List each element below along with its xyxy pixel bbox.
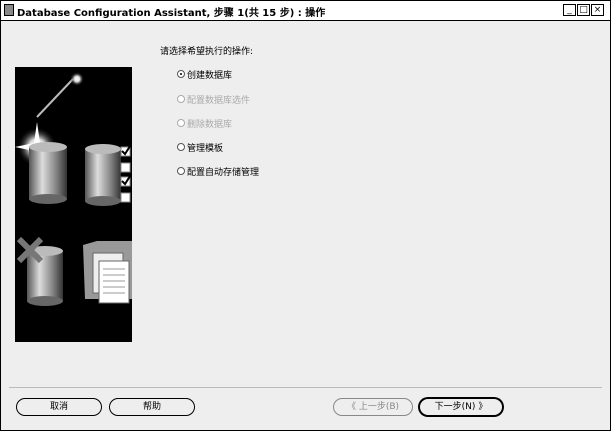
wizard-illustration — [15, 67, 133, 342]
option-label: 创建数据库 — [187, 71, 233, 81]
close-button[interactable]: × — [591, 4, 604, 16]
dbca-window: Database Configuration Assistant, 步骤 1(共… — [0, 0, 611, 431]
operation-prompt: 请选择希望执行的操作: — [160, 47, 254, 57]
radio-icon — [177, 95, 185, 103]
next-arrow-icon: 》 — [478, 402, 488, 412]
footer-separator — [9, 387, 602, 388]
window-title: Database Configuration Assistant, 步骤 1(共… — [17, 8, 326, 19]
option-label: 配置自动存储管理 — [187, 168, 260, 178]
radio-icon[interactable] — [177, 167, 185, 175]
cancel-button[interactable]: 取消 — [16, 398, 102, 416]
back-arrow-icon: 《 — [346, 402, 356, 412]
radio-icon — [177, 119, 185, 127]
help-button[interactable]: 帮助 — [109, 398, 195, 416]
option-label: 删除数据库 — [187, 120, 233, 130]
next-button-label: 下一步(N) — [434, 402, 476, 412]
maximize-button[interactable]: □ — [577, 4, 590, 16]
radio-selected-icon[interactable] — [177, 70, 185, 78]
minimize-button[interactable]: _ — [563, 4, 576, 16]
next-button[interactable]: 下一步(N) 》 — [419, 398, 503, 416]
back-button-label: 上一步(B) — [358, 402, 400, 412]
radio-icon[interactable] — [177, 143, 185, 151]
option-label: 管理模板 — [187, 144, 224, 154]
title-bar: Database Configuration Assistant, 步骤 1(共… — [1, 1, 610, 21]
option-label: 配置数据库选件 — [187, 96, 251, 106]
back-button[interactable]: 《 上一步(B) — [333, 398, 413, 416]
app-icon — [4, 4, 14, 16]
